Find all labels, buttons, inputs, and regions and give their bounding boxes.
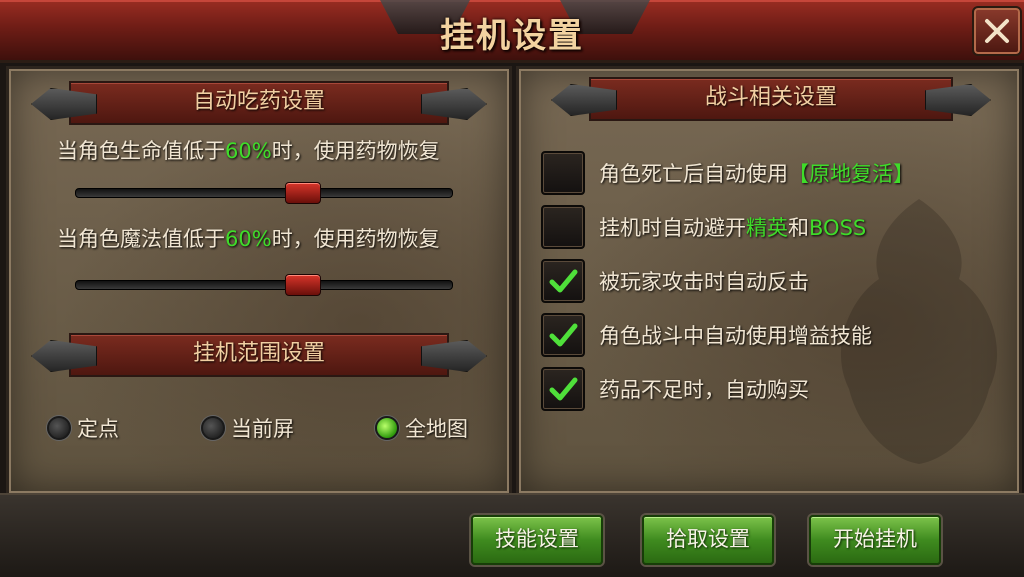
- banner-ornament-left: [31, 340, 97, 372]
- mp-slider-handle[interactable]: [285, 274, 321, 296]
- auto-battle-settings-window: 挂机设置 自动吃药设置 当角色生命值低于60%时，使用药物恢复 当角色魔法值低于…: [0, 0, 1024, 577]
- hp-threshold-percent: 60%: [225, 139, 272, 163]
- option-label: 角色战斗中自动使用增益技能: [599, 324, 872, 348]
- hp-threshold-suffix: 时，使用药物恢复: [271, 139, 440, 163]
- range-section-title: 挂机范围设置: [192, 341, 325, 366]
- mp-threshold-percent: 60%: [225, 227, 272, 251]
- potion-section-header: 自动吃药设置: [31, 81, 449, 125]
- option-label-highlight: BOSS: [809, 216, 867, 240]
- range-section-header: 挂机范围设置: [31, 333, 449, 377]
- banner-ornament-right: [925, 84, 991, 116]
- option-auto-buy-potions[interactable]: 药品不足时，自动购买: [541, 367, 809, 411]
- option-auto-buff-skills[interactable]: 角色战斗中自动使用增益技能: [541, 313, 872, 357]
- option-label-text: 和: [788, 216, 809, 240]
- option-auto-revive[interactable]: 角色死亡后自动使用【原地复活】: [541, 151, 914, 195]
- banner-ornament-right: [421, 340, 487, 372]
- checkbox-auto-counterattack[interactable]: [541, 259, 585, 303]
- radio-button-current-screen[interactable]: [201, 416, 225, 440]
- radio-button-fixed-point[interactable]: [47, 416, 71, 440]
- combat-section-title: 战斗相关设置: [704, 85, 837, 110]
- option-label: 被玩家攻击时自动反击: [599, 270, 809, 294]
- combat-section-header: 战斗相关设置: [551, 77, 953, 121]
- bottom-action-bar: 技能设置 拾取设置 开始挂机: [0, 493, 1024, 577]
- range-option-current-screen[interactable]: 当前屏: [201, 413, 294, 443]
- window-title: 挂机设置: [440, 16, 584, 56]
- checkbox-auto-buy-potions[interactable]: [541, 367, 585, 411]
- potion-section-title: 自动吃药设置: [192, 89, 325, 114]
- close-button[interactable]: [972, 6, 1022, 56]
- mp-threshold-prefix: 当角色魔法值低于: [57, 227, 225, 251]
- checkmark-icon: [549, 377, 578, 401]
- mp-threshold-suffix: 时，使用药物恢复: [271, 227, 440, 251]
- range-option-label: 全地图: [405, 417, 468, 441]
- banner-ornament-right: [421, 88, 487, 120]
- option-label-text: 挂机时自动避开: [599, 216, 746, 240]
- range-option-full-map[interactable]: 全地图: [375, 413, 468, 443]
- option-auto-counterattack[interactable]: 被玩家攻击时自动反击: [541, 259, 809, 303]
- option-label-text: 角色死亡后自动使用: [599, 162, 788, 186]
- checkbox-auto-revive[interactable]: [541, 151, 585, 195]
- checkbox-auto-buff-skills[interactable]: [541, 313, 585, 357]
- skill-settings-button[interactable]: 技能设置: [471, 515, 603, 565]
- checkmark-icon: [549, 269, 578, 293]
- option-label-highlight: 【原地复活】: [788, 162, 914, 186]
- hp-threshold-prefix: 当角色生命值低于: [57, 139, 225, 163]
- checkmark-icon: [549, 323, 578, 347]
- mp-threshold-text: 当角色魔法值低于60%时，使用药物恢复: [57, 223, 440, 253]
- checkbox-avoid-elite-boss[interactable]: [541, 205, 585, 249]
- radio-button-full-map[interactable]: [375, 416, 399, 440]
- option-label-highlight: 精英: [746, 216, 788, 240]
- range-option-label: 定点: [77, 417, 119, 441]
- range-option-label: 当前屏: [231, 417, 294, 441]
- left-panel: 自动吃药设置 当角色生命值低于60%时，使用药物恢复 当角色魔法值低于60%时，…: [6, 66, 512, 496]
- option-label: 挂机时自动避开精英和BOSS: [599, 212, 866, 242]
- option-label: 角色死亡后自动使用【原地复活】: [599, 158, 914, 188]
- banner-ornament-left: [31, 88, 97, 120]
- hp-slider[interactable]: [75, 182, 453, 204]
- banner-ornament-left: [551, 84, 617, 116]
- start-auto-battle-button[interactable]: 开始挂机: [809, 515, 941, 565]
- option-label: 药品不足时，自动购买: [599, 378, 809, 402]
- hp-slider-handle[interactable]: [285, 182, 321, 204]
- title-bar: 挂机设置: [0, 0, 1024, 63]
- mp-slider[interactable]: [75, 274, 453, 296]
- range-option-fixed-point[interactable]: 定点: [47, 413, 119, 443]
- right-panel: 战斗相关设置 角色死亡后自动使用【原地复活】 挂机时自动避开精英和BOSS 被玩…: [516, 66, 1022, 496]
- close-icon: [985, 19, 1009, 43]
- option-avoid-elite-boss[interactable]: 挂机时自动避开精英和BOSS: [541, 205, 866, 249]
- pickup-settings-button[interactable]: 拾取设置: [642, 515, 774, 565]
- hp-threshold-text: 当角色生命值低于60%时，使用药物恢复: [57, 135, 440, 165]
